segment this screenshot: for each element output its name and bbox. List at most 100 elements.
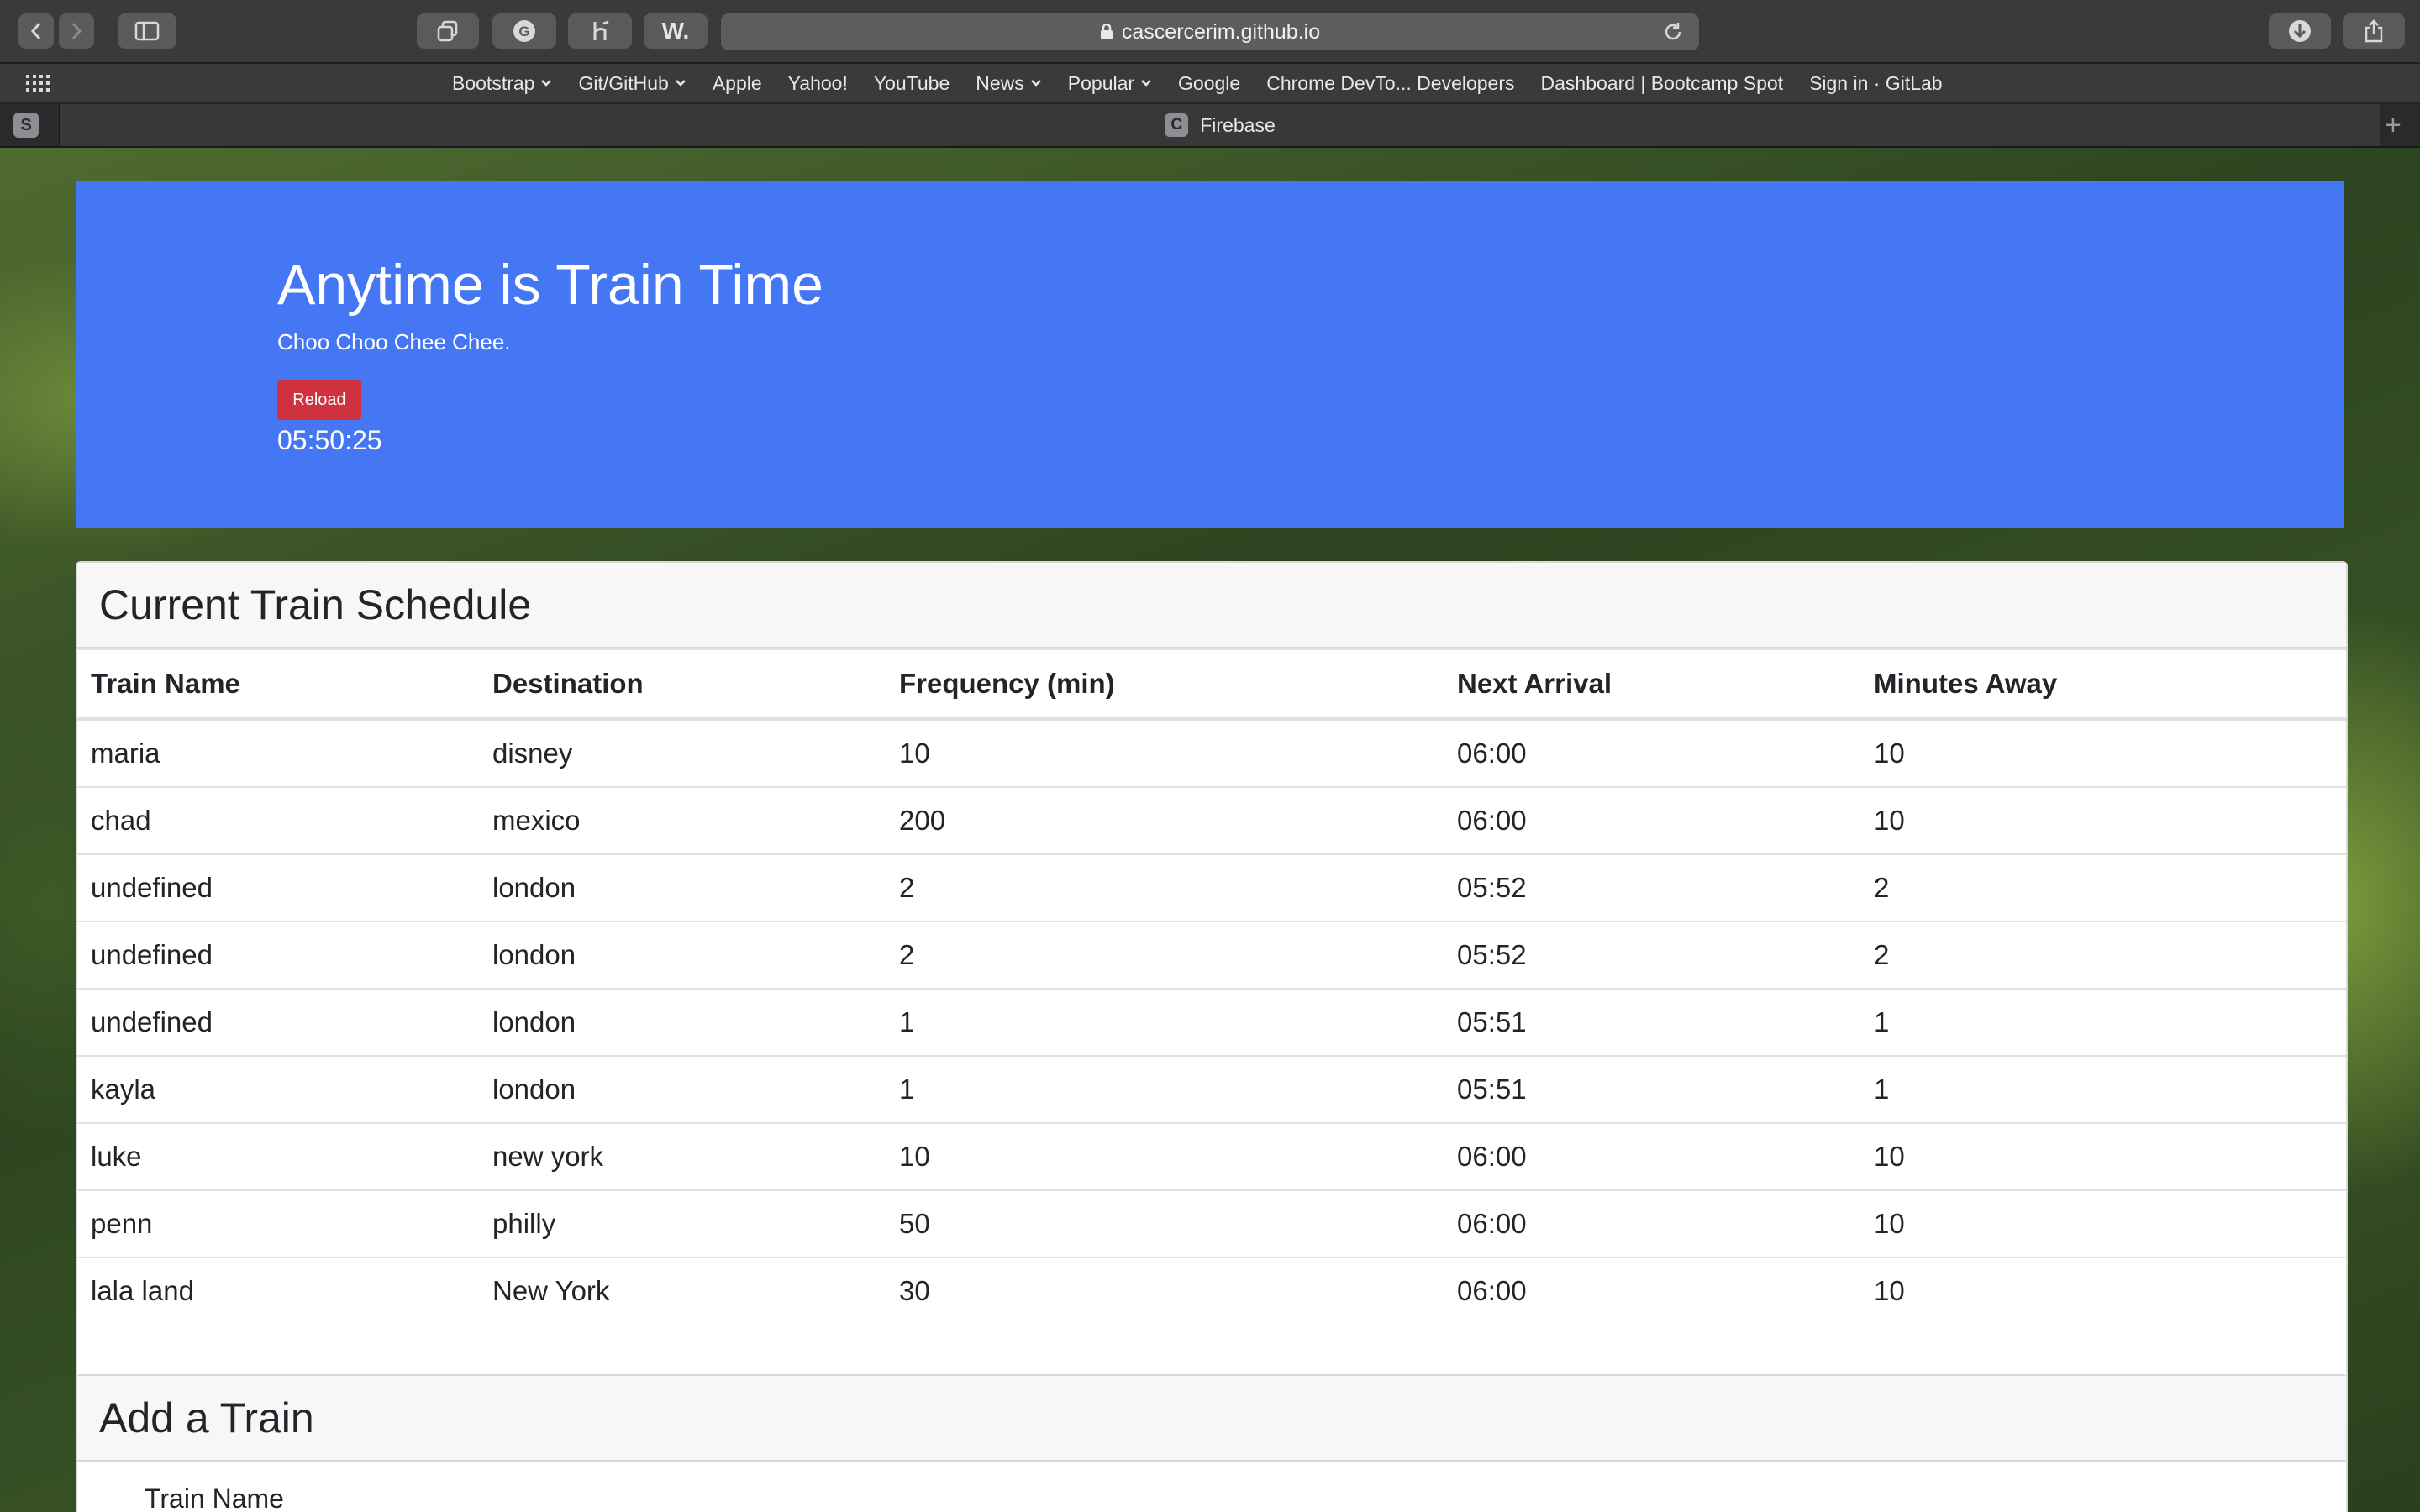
svg-text:G: G — [518, 24, 529, 39]
table-cell: london — [479, 988, 886, 1056]
bookmark-item[interactable]: Yahoo! — [788, 72, 848, 95]
table-cell: 1 — [1860, 988, 2346, 1056]
bookmark-item[interactable]: Dashboard | Bootcamp Spot — [1541, 72, 1784, 95]
table-cell: mexico — [479, 786, 886, 854]
downloads-button[interactable] — [2269, 13, 2331, 49]
bookmark-label: Google — [1178, 71, 1241, 94]
w-extension-button[interactable]: W. — [644, 13, 708, 49]
back-button[interactable] — [18, 13, 54, 49]
table-cell: 50 — [886, 1189, 1444, 1257]
table-cell: 30 — [886, 1257, 1444, 1324]
bookmark-item[interactable]: Sign in · GitLab — [1809, 72, 1943, 95]
bookmark-item[interactable]: Chrome DevTo... Developers — [1266, 72, 1514, 95]
table-row: chad mexico 200 06:00 10 — [77, 786, 2346, 854]
lock-icon — [1100, 24, 1113, 39]
bookmark-label: Dashboard | Bootcamp Spot — [1540, 71, 1784, 94]
bookmark-label: Sign in · GitLab — [1809, 71, 1943, 94]
bookmark-item[interactable]: Bootstrap — [452, 72, 552, 95]
bookmark-item[interactable]: Git/GitHub — [578, 72, 686, 95]
bookmark-label: News — [976, 71, 1024, 94]
table-cell: 10 — [1860, 1122, 2346, 1190]
table-cell: 10 — [1860, 1257, 2346, 1324]
table-cell: 10 — [1860, 786, 2346, 854]
column-header-minutes-away: Minutes Away — [1860, 648, 2346, 721]
table-cell: london — [479, 853, 886, 921]
table-cell: 05:52 — [1444, 921, 1860, 989]
share-button[interactable] — [2343, 13, 2405, 49]
apps-grid-icon[interactable] — [25, 73, 50, 93]
tabs-overview-button[interactable] — [417, 13, 479, 49]
chevron-down-icon — [541, 80, 552, 87]
column-header-frequency: Frequency (min) — [886, 648, 1444, 721]
bookmark-item[interactable]: Google — [1178, 72, 1240, 95]
table-cell: maria — [77, 718, 479, 787]
extension-button[interactable] — [568, 13, 632, 49]
bookmark-item[interactable]: Apple — [713, 72, 762, 95]
tab-title: Firebase — [1200, 113, 1276, 136]
table-row: kayla london 1 05:51 1 — [77, 1055, 2346, 1123]
table-row: luke new york 10 06:00 10 — [77, 1122, 2346, 1190]
download-icon — [2289, 20, 2311, 42]
table-cell: 05:51 — [1444, 1055, 1860, 1123]
address-bar[interactable]: cascercerim.github.io — [721, 13, 1699, 50]
table-header-row: Train Name Destination Frequency (min) N… — [77, 648, 2346, 721]
schedule-table: Train Name Destination Frequency (min) N… — [77, 648, 2346, 1324]
table-cell: 1 — [886, 988, 1444, 1056]
table-cell: 2 — [1860, 853, 2346, 921]
forward-button[interactable] — [59, 13, 94, 49]
table-row: penn philly 50 06:00 10 — [77, 1189, 2346, 1257]
tab-favicon: C — [1165, 113, 1189, 137]
sidebar-icon — [134, 21, 160, 41]
bookmark-item[interactable]: News — [976, 72, 1042, 95]
sidebar-button[interactable] — [118, 13, 176, 49]
chevron-down-icon — [1030, 80, 1041, 87]
bookmark-item[interactable]: Popular — [1068, 72, 1152, 95]
tab-bar: S C Firebase + — [0, 104, 2420, 148]
table-cell: 05:52 — [1444, 853, 1860, 921]
table-cell: 200 — [886, 786, 1444, 854]
bookmark-label: Chrome DevTo... Developers — [1266, 71, 1515, 94]
extension-icon — [593, 20, 609, 40]
table-cell: disney — [479, 718, 886, 787]
chevron-down-icon — [675, 80, 686, 87]
pinned-tab[interactable]: S — [13, 113, 39, 138]
table-cell: New York — [479, 1257, 886, 1324]
table-cell: philly — [479, 1189, 886, 1257]
table-cell: 2 — [1860, 921, 2346, 989]
bookmark-label: Apple — [712, 71, 762, 94]
bookmark-label: Yahoo! — [787, 71, 848, 94]
bookmarks-bar: Bootstrap Git/GitHub Apple Yahoo! YouTube New… — [0, 64, 2420, 104]
table-cell: new york — [479, 1122, 886, 1190]
current-time: 05:50:25 — [277, 425, 382, 455]
reload-button[interactable]: Reload — [277, 380, 361, 420]
table-row: undefined london 2 05:52 2 — [77, 921, 2346, 989]
bookmark-label: Bootstrap — [452, 71, 535, 94]
grammarly-button[interactable]: G — [492, 13, 556, 49]
new-tab-icon[interactable]: + — [2385, 111, 2402, 139]
table-row: undefined london 1 05:51 1 — [77, 988, 2346, 1056]
bookmark-item[interactable]: YouTube — [874, 72, 950, 95]
table-cell: undefined — [77, 988, 479, 1056]
table-row: maria disney 10 06:00 10 — [77, 718, 2346, 787]
bookmark-label: YouTube — [873, 71, 950, 94]
chevron-down-icon — [1141, 80, 1151, 87]
table-row: lala land New York 30 06:00 10 — [77, 1257, 2346, 1324]
table-cell: london — [479, 921, 886, 989]
browser-toolbar: G W. cascercerim.github.io — [0, 0, 2420, 64]
bookmark-label: Git/GitHub — [578, 71, 669, 94]
url-text: cascercerim.github.io — [1121, 19, 1321, 44]
schedule-card: Current Train Schedule Train Name Destin… — [76, 561, 2348, 1488]
reload-page-icon[interactable] — [1662, 21, 1684, 43]
w-extension-icon: W. — [661, 18, 690, 44]
page-viewport: Anytime is Train Time Choo Choo Chee Che… — [0, 148, 2420, 1512]
table-cell: penn — [77, 1189, 479, 1257]
table-cell: 06:00 — [1444, 1122, 1860, 1190]
bookmark-list: Bootstrap Git/GitHub Apple Yahoo! YouTube New… — [452, 64, 1969, 102]
table-cell: 10 — [1860, 718, 2346, 787]
page-title: Anytime is Train Time — [277, 253, 823, 317]
table-cell: 06:00 — [1444, 718, 1860, 787]
tab-firebase[interactable]: C Firebase — [60, 104, 2380, 146]
page-subtitle: Choo Choo Chee Chee. — [277, 329, 511, 354]
table-cell: 05:51 — [1444, 988, 1860, 1056]
column-header-train-name: Train Name — [77, 648, 479, 721]
